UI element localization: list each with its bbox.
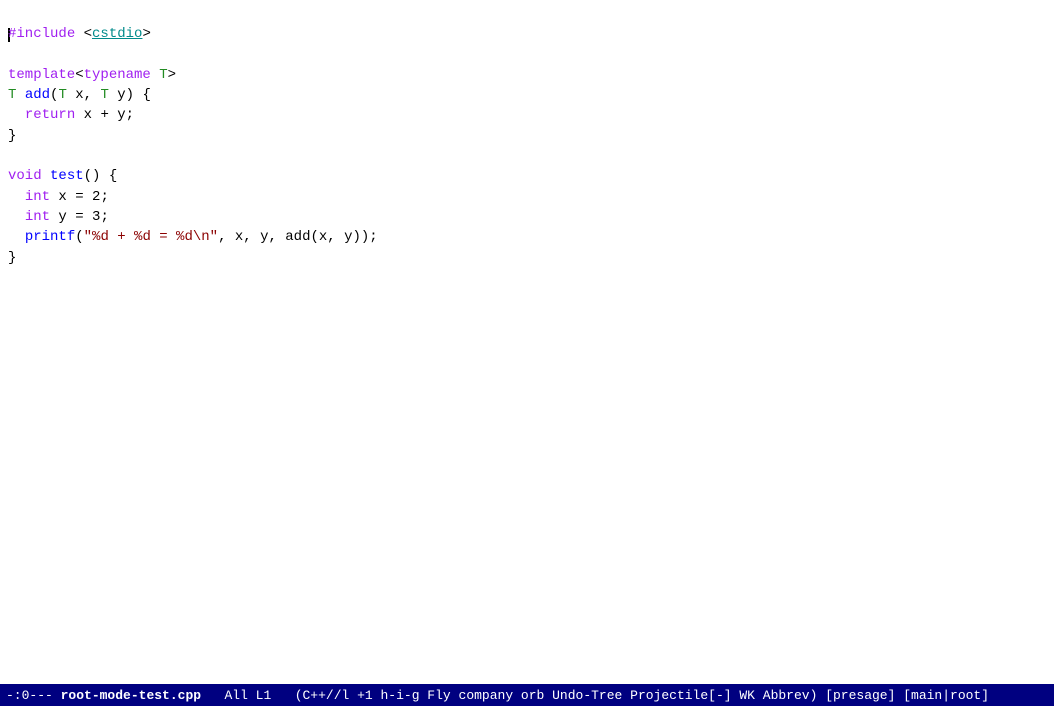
code-line: void test() {: [8, 166, 1046, 186]
code-token: int: [25, 189, 50, 205]
status-filename: root-mode-test.cpp: [61, 688, 201, 703]
status-position: All L1: [224, 688, 271, 703]
code-token: "%d + %d = %d\n": [84, 229, 218, 245]
code-line: return x + y;: [8, 105, 1046, 125]
minibuffer: [0, 706, 1054, 724]
code-token: >: [168, 67, 176, 83]
code-token: typename: [84, 67, 151, 83]
code-token: include: [16, 26, 75, 42]
code-token: return: [25, 107, 75, 123]
code-line: printf("%d + %d = %d\n", x, y, add(x, y)…: [8, 227, 1046, 247]
code-token: add: [25, 87, 50, 103]
code-line: int x = 2;: [8, 187, 1046, 207]
code-line: template<typename T>: [8, 65, 1046, 85]
status-bar: -:0--- root-mode-test.cpp All L1 (C++//l…: [0, 684, 1054, 706]
code-token: >: [142, 26, 150, 42]
code-token: }: [8, 128, 16, 144]
code-token: y) {: [109, 87, 151, 103]
status-extra: [presage]: [825, 688, 895, 703]
code-token: , x, y, add(x, y));: [218, 229, 378, 245]
code-line: T add(T x, T y) {: [8, 85, 1046, 105]
code-token: x,: [67, 87, 101, 103]
code-token: y = 3;: [50, 209, 109, 225]
code-token: x = 2;: [50, 189, 109, 205]
code-token: [8, 229, 25, 245]
code-token: <: [75, 26, 92, 42]
code-token: test: [50, 168, 84, 184]
code-token: [8, 107, 25, 123]
status-modes: (C++//l +1 h-i-g Fly company orb Undo-Tr…: [295, 688, 818, 703]
code-line: }: [8, 248, 1046, 268]
code-token: void: [8, 168, 42, 184]
code-token: int: [25, 209, 50, 225]
code-line: #include <cstdio>: [8, 24, 1046, 44]
code-editor[interactable]: #include <cstdio> template<typename T>T …: [0, 0, 1054, 684]
code-line: [8, 45, 1046, 65]
code-token: () {: [84, 168, 118, 184]
code-token: <: [75, 67, 83, 83]
status-main-mode: [main|root]: [903, 688, 989, 703]
code-token: template: [8, 67, 75, 83]
code-token: T: [159, 67, 167, 83]
code-token: x + y;: [75, 107, 134, 123]
code-line: }: [8, 126, 1046, 146]
code-token: [151, 67, 159, 83]
code-token: [16, 87, 24, 103]
status-mode-indicators: -:0---: [6, 688, 53, 703]
code-token: printf: [25, 229, 75, 245]
code-token: T: [100, 87, 108, 103]
code-token: [8, 209, 25, 225]
code-token: }: [8, 250, 16, 266]
code-token: T: [58, 87, 66, 103]
code-token: (: [75, 229, 83, 245]
code-token: [8, 189, 25, 205]
code-token: [42, 168, 50, 184]
code-line: int y = 3;: [8, 207, 1046, 227]
code-token: cstdio: [92, 26, 142, 42]
code-line: [8, 146, 1046, 166]
